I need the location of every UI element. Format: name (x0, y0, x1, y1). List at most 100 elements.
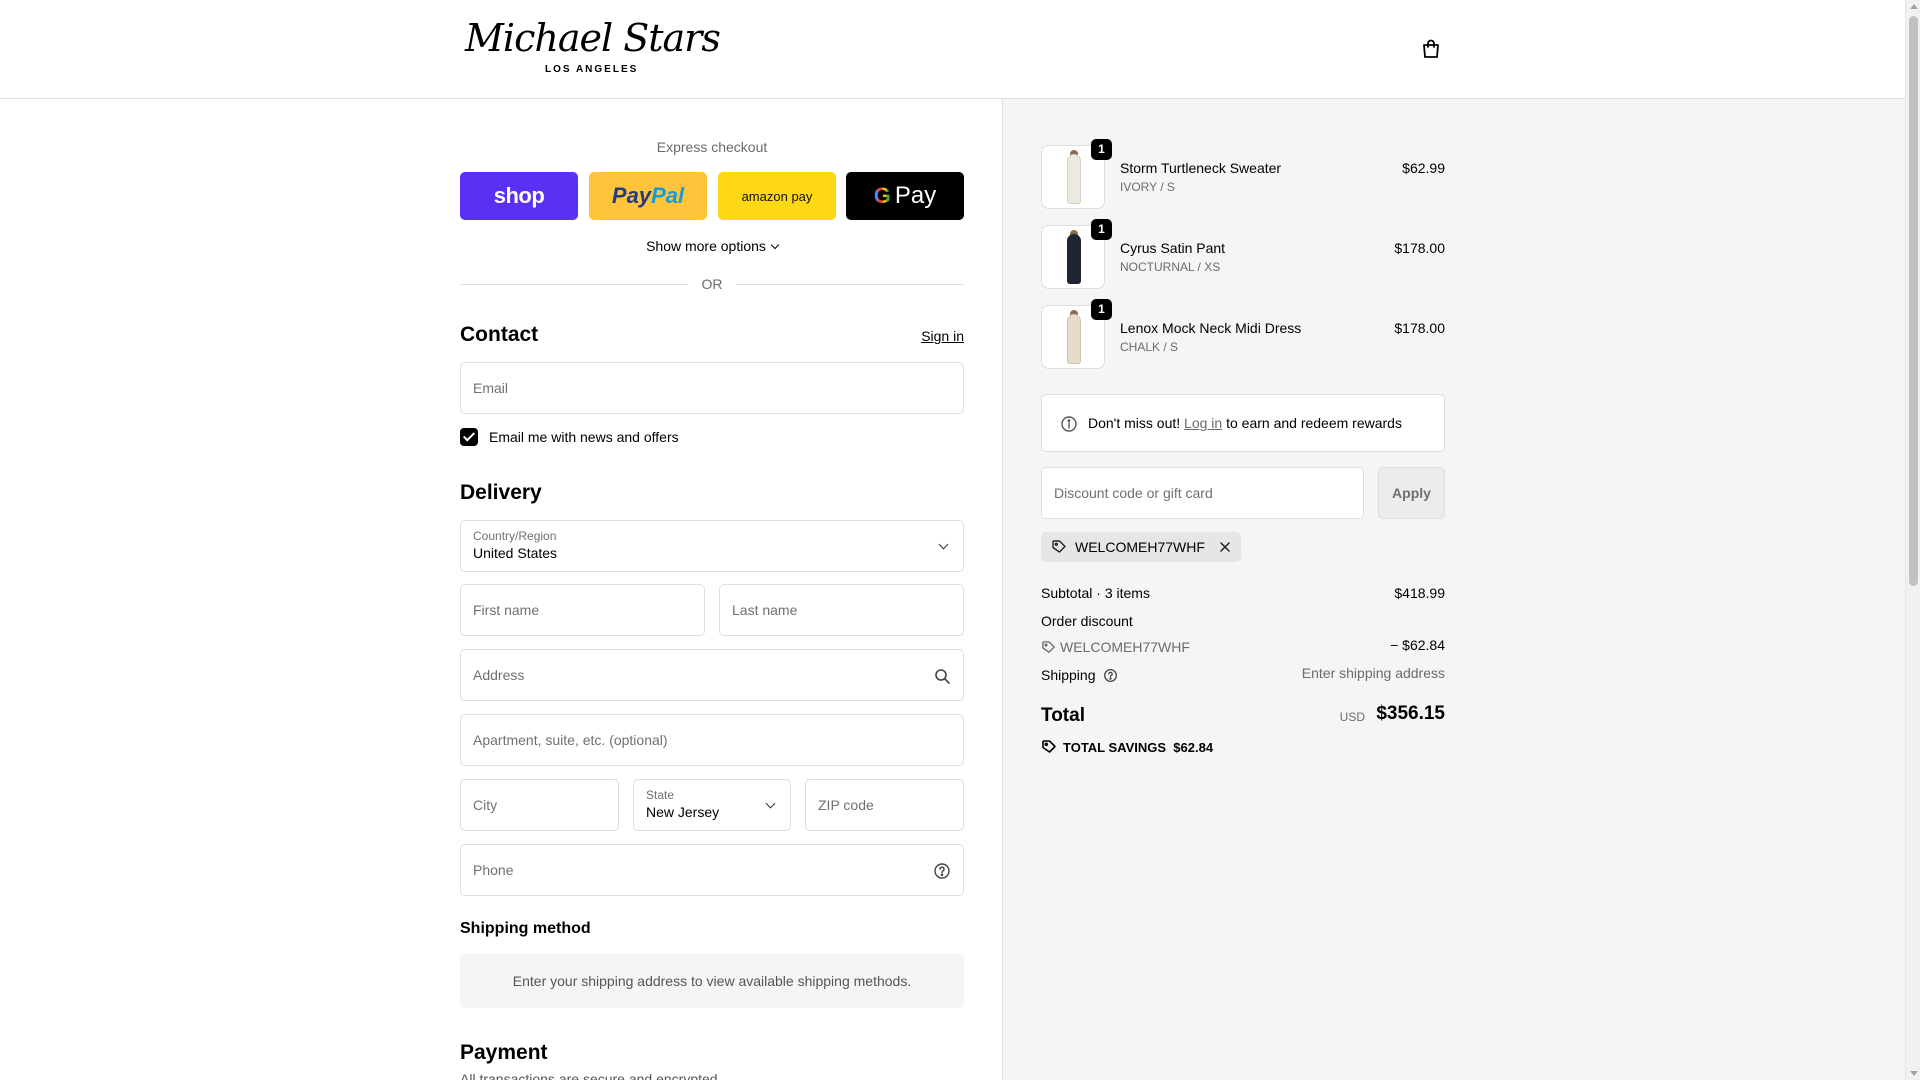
paypal-label-pay: Pay (611, 183, 652, 208)
last-name-field[interactable]: Last name (719, 584, 964, 636)
info-icon (1061, 416, 1077, 432)
rewards-login-link[interactable]: Log in (1184, 415, 1222, 431)
zip-code-field[interactable]: ZIP code (805, 779, 964, 831)
savings-label: TOTAL SAVINGS (1063, 740, 1167, 755)
first-name-placeholder: First name (473, 602, 540, 618)
quantity-badge: 1 (1091, 139, 1112, 160)
subtotal-label: Subtotal · 3 items (1041, 585, 1150, 601)
order-discount-row: Order discount (1041, 613, 1445, 629)
shipping-label: Shipping (1041, 667, 1096, 683)
scroll-up-icon[interactable] (1910, 4, 1918, 9)
paypal-button[interactable]: Pay Pal (589, 172, 707, 220)
newsletter-checkbox[interactable] (460, 428, 478, 446)
rewards-banner: Don't miss out! Log in to earn and redee… (1041, 394, 1445, 452)
tag-icon (1042, 740, 1056, 753)
email-placeholder: Email (473, 380, 509, 396)
help-circle-icon[interactable] (1103, 668, 1118, 683)
amazon-pay-button[interactable]: amazon pay (718, 172, 836, 220)
country-value: United States (473, 545, 558, 561)
phone-field[interactable]: Phone (460, 844, 964, 896)
country-label: Country/Region (473, 529, 557, 543)
cart-item: 1 Lenox Mock Neck Midi Dress CHALK / S $… (1041, 299, 1445, 369)
savings-value: $62.84 (1173, 740, 1214, 755)
state-label: State (646, 788, 675, 802)
address-field[interactable]: Address (460, 649, 964, 701)
page-scrollbar[interactable] (1905, 0, 1920, 1080)
total-savings: TOTAL SAVINGS $62.84 (1041, 736, 1213, 755)
payment-subtitle: All transactions are secure and encrypte… (460, 1071, 722, 1080)
shop-pay-button[interactable]: shop (460, 172, 578, 220)
google-pay-button[interactable]: G Pay (846, 172, 964, 220)
shipping-row: Shipping Enter shipping address (1041, 665, 1445, 683)
show-more-options-label: Show more options (646, 238, 766, 254)
shipping-method-message: Enter your shipping address to view avai… (460, 954, 964, 1008)
state-value: New Jersey (646, 804, 720, 820)
header: Michael Stars LOS ANGELES (0, 0, 1905, 99)
model-figure (1067, 154, 1081, 204)
item-name: Cyrus Satin Pant (1120, 240, 1226, 256)
cart-item: 1 Cyrus Satin Pant NOCTURNAL / XS $178.0… (1041, 219, 1445, 289)
item-price: $62.99 (1402, 160, 1445, 176)
discount-value: − $62.84 (1390, 637, 1445, 653)
logo-subtitle: LOS ANGELES (545, 64, 639, 75)
apply-discount-button[interactable]: Apply (1378, 467, 1445, 519)
chevron-down-icon (938, 539, 949, 550)
shop-pay-label: shop (493, 183, 545, 208)
model-figure (1067, 234, 1081, 284)
show-more-options-button[interactable]: Show more options (460, 238, 964, 254)
paypal-label-pal: Pal (651, 183, 685, 208)
scroll-down-icon[interactable] (1910, 1071, 1918, 1076)
applied-discount-chip: WELCOMEH77WHF (1041, 532, 1241, 562)
google-pay-label: Pay (894, 182, 937, 209)
subtotal-row: Subtotal · 3 items $418.99 (1041, 585, 1445, 601)
order-discount-label: Order discount (1041, 613, 1133, 629)
country-select[interactable]: Country/Region United States (460, 520, 964, 572)
item-variant: CHALK / S (1120, 340, 1179, 354)
discount-code-row: WELCOMEH77WHF − $62.84 (1041, 637, 1445, 655)
email-field[interactable]: Email (460, 362, 964, 414)
help-circle-icon[interactable] (933, 862, 951, 880)
city-field[interactable]: City (460, 779, 619, 831)
brand-logo[interactable]: Michael Stars LOS ANGELES (465, 16, 721, 78)
sign-in-link[interactable]: Sign in (921, 328, 964, 344)
total-label: Total (1041, 705, 1085, 726)
subtotal-value: $418.99 (1394, 585, 1445, 601)
rewards-prefix: Don't miss out! (1088, 415, 1181, 431)
item-price: $178.00 (1394, 240, 1445, 256)
search-icon (935, 669, 950, 684)
quantity-badge: 1 (1091, 299, 1112, 320)
shopping-bag-icon[interactable] (1420, 38, 1442, 60)
item-variant: IVORY / S (1120, 180, 1175, 194)
divider-line (736, 284, 964, 285)
delivery-title: Delivery (460, 481, 542, 504)
apartment-field[interactable]: Apartment, suite, etc. (optional) (460, 714, 964, 766)
state-select[interactable]: State New Jersey (633, 779, 791, 831)
express-checkout-buttons: shop Pay Pal amazon pay G Pay (460, 172, 964, 220)
chevron-down-icon (765, 798, 776, 809)
or-divider: OR (460, 276, 964, 292)
rewards-suffix: to earn and redeem rewards (1226, 415, 1402, 431)
scrollbar-thumb[interactable] (1909, 16, 1918, 586)
total-currency: USD (1339, 710, 1365, 724)
quantity-badge: 1 (1091, 219, 1112, 240)
tag-icon (1042, 641, 1055, 653)
newsletter-label: Email me with news and offers (489, 429, 679, 445)
apartment-placeholder: Apartment, suite, etc. (optional) (473, 732, 668, 748)
contact-title: Contact (460, 323, 539, 346)
item-name: Lenox Mock Neck Midi Dress (1120, 320, 1302, 336)
shipping-value: Enter shipping address (1301, 665, 1445, 681)
applied-code-text: WELCOMEH77WHF (1075, 539, 1205, 555)
amazon-pay-label: amazon pay (741, 188, 813, 204)
phone-placeholder: Phone (473, 862, 514, 878)
discount-placeholder: Discount code or gift card (1054, 485, 1213, 501)
discount-code-field[interactable]: Discount code or gift card (1041, 467, 1364, 519)
shipping-method-title: Shipping method (460, 920, 591, 937)
address-placeholder: Address (473, 667, 525, 683)
item-name: Storm Turtleneck Sweater (1120, 160, 1282, 176)
remove-discount-icon[interactable] (1219, 541, 1231, 553)
zip-placeholder: ZIP code (818, 797, 874, 813)
city-placeholder: City (473, 797, 498, 813)
first-name-field[interactable]: First name (460, 584, 705, 636)
cart-item: 1 Storm Turtleneck Sweater IVORY / S $62… (1041, 139, 1445, 209)
model-figure (1067, 314, 1081, 364)
